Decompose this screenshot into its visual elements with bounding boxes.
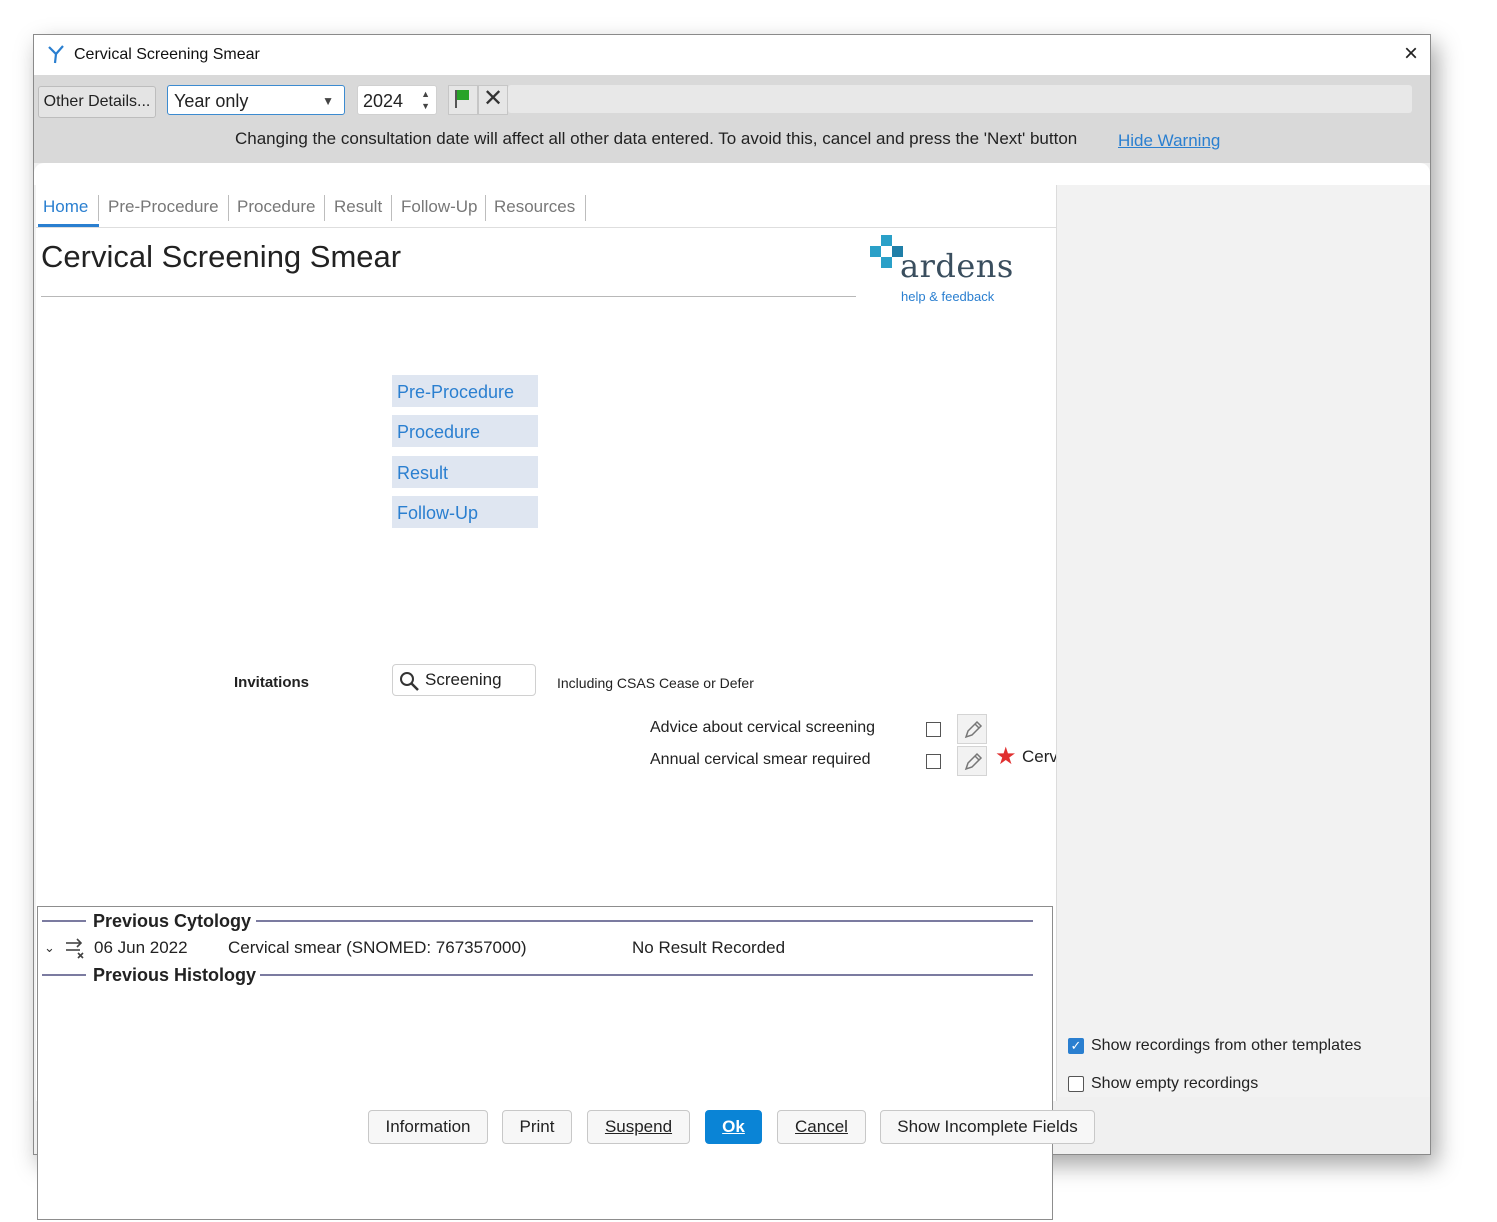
title-divider [41, 296, 856, 297]
history-panel: Previous Cytology ⌄ 06 Jun 2022 Cervical… [37, 906, 1053, 1220]
active-tab-indicator [38, 224, 99, 227]
cervical-tag-label: Cerv [1022, 747, 1056, 766]
chevron-down-icon[interactable]: ⌄ [44, 940, 55, 956]
tab-follow-up[interactable]: Follow-Up [401, 197, 478, 217]
star-icon: ★ [995, 743, 1017, 770]
close-icon[interactable]: × [1404, 40, 1418, 68]
show-empty-recordings-label: Show empty recordings [1091, 1075, 1259, 1092]
tab-home[interactable]: Home [43, 197, 88, 217]
invitations-note: Including CSAS Cease or Defer [557, 675, 754, 691]
content-header-strip [34, 163, 1430, 185]
cytology-date: 06 Jun 2022 [94, 938, 188, 957]
nav-button-pre-procedure[interactable]: Pre-Procedure [392, 375, 538, 407]
print-button[interactable]: Print [502, 1110, 572, 1144]
date-precision-value: Year only [174, 91, 249, 111]
section-rule [42, 974, 86, 976]
hide-warning-link[interactable]: Hide Warning [1118, 131, 1220, 151]
tab-result[interactable]: Result [334, 197, 382, 217]
template-content: Home Pre-Procedure Procedure Result Foll… [34, 163, 1430, 1220]
app-logo-icon [46, 43, 66, 70]
edit-annual-smear-button[interactable] [957, 746, 987, 776]
tab-resources[interactable]: Resources [494, 197, 575, 217]
nav-button-procedure[interactable]: Procedure [392, 415, 538, 447]
show-incomplete-fields-button[interactable]: Show Incomplete Fields [880, 1110, 1095, 1144]
page-title: Cervical Screening Smear [41, 239, 402, 274]
template-window: Cervical Screening Smear × Other Details… [33, 34, 1431, 1220]
recording-label-annual-smear: Annual cervical smear required [650, 751, 871, 768]
help-feedback-link[interactable]: help & feedback [901, 289, 994, 304]
ok-button[interactable]: Ok [705, 1110, 762, 1144]
consultation-toolbar: Other Details... Year only ▼ 2024 ▲ ▼ ✕ C… [34, 75, 1430, 163]
date-precision-select[interactable]: Year only ▼ [167, 85, 345, 115]
logo-wordmark: ardens [900, 247, 1014, 285]
clear-date-button[interactable]: ✕ [478, 85, 508, 115]
green-flag-icon [449, 90, 475, 116]
tab-procedure[interactable]: Procedure [237, 197, 315, 217]
recording-label-advice: Advice about cervical screening [650, 719, 876, 736]
title-bar: Cervical Screening Smear × [34, 35, 1430, 75]
search-button-label: Screening [425, 670, 502, 689]
invitations-label: Invitations [234, 674, 310, 691]
section-rule [260, 974, 1033, 976]
screening-search-button[interactable]: Screening [392, 664, 536, 696]
checkmark-icon: ✓ [1070, 1038, 1082, 1053]
show-other-templates-checkbox[interactable]: ✓ [1068, 1038, 1084, 1054]
spinner-arrows-icon[interactable]: ▲ ▼ [421, 88, 430, 112]
cervical-tag-button[interactable]: ★ Cerv [992, 742, 1056, 772]
tab-pre-procedure[interactable]: Pre-Procedure [108, 197, 219, 217]
other-details-button[interactable]: Other Details... [38, 86, 156, 118]
nav-button-follow-up[interactable]: Follow-Up [392, 496, 538, 528]
cytology-result: No Result Recorded [632, 938, 786, 957]
section-rule [256, 920, 1033, 922]
consultation-date-field[interactable] [508, 85, 1412, 113]
chevron-down-icon: ▼ [322, 94, 334, 108]
section-rule [42, 920, 86, 922]
year-value: 2024 [363, 91, 404, 111]
tab-divider [228, 195, 229, 221]
tab-divider [391, 195, 392, 221]
show-empty-recordings-checkbox[interactable] [1068, 1076, 1084, 1092]
cancel-button[interactable]: Cancel [777, 1110, 866, 1144]
flag-button[interactable] [448, 85, 478, 115]
nav-button-result[interactable]: Result [392, 456, 538, 488]
linked-record-icon [64, 937, 88, 964]
tab-bar: Home Pre-Procedure Procedure Result Foll… [36, 185, 1056, 228]
date-warning-text: Changing the consultation date will affe… [235, 129, 1078, 148]
previous-histology-heading: Previous Histology [93, 965, 257, 985]
recording-checkbox-advice[interactable] [926, 722, 941, 737]
information-button[interactable]: Information [368, 1110, 488, 1144]
tab-divider [98, 195, 99, 221]
previous-cytology-heading: Previous Cytology [93, 911, 252, 931]
tab-divider [485, 195, 486, 221]
tab-divider [324, 195, 325, 221]
tab-divider [585, 195, 586, 221]
recording-checkbox-annual-smear[interactable] [926, 754, 941, 769]
window-title: Cervical Screening Smear [74, 46, 260, 63]
cytology-description: Cervical smear (SNOMED: 767357000) [228, 938, 527, 957]
suspend-button[interactable]: Suspend [587, 1110, 690, 1144]
close-icon: ✕ [482, 85, 504, 112]
show-other-templates-label: Show recordings from other templates [1091, 1037, 1362, 1054]
year-stepper[interactable]: 2024 ▲ ▼ [357, 85, 437, 115]
edit-advice-button[interactable] [957, 714, 987, 744]
